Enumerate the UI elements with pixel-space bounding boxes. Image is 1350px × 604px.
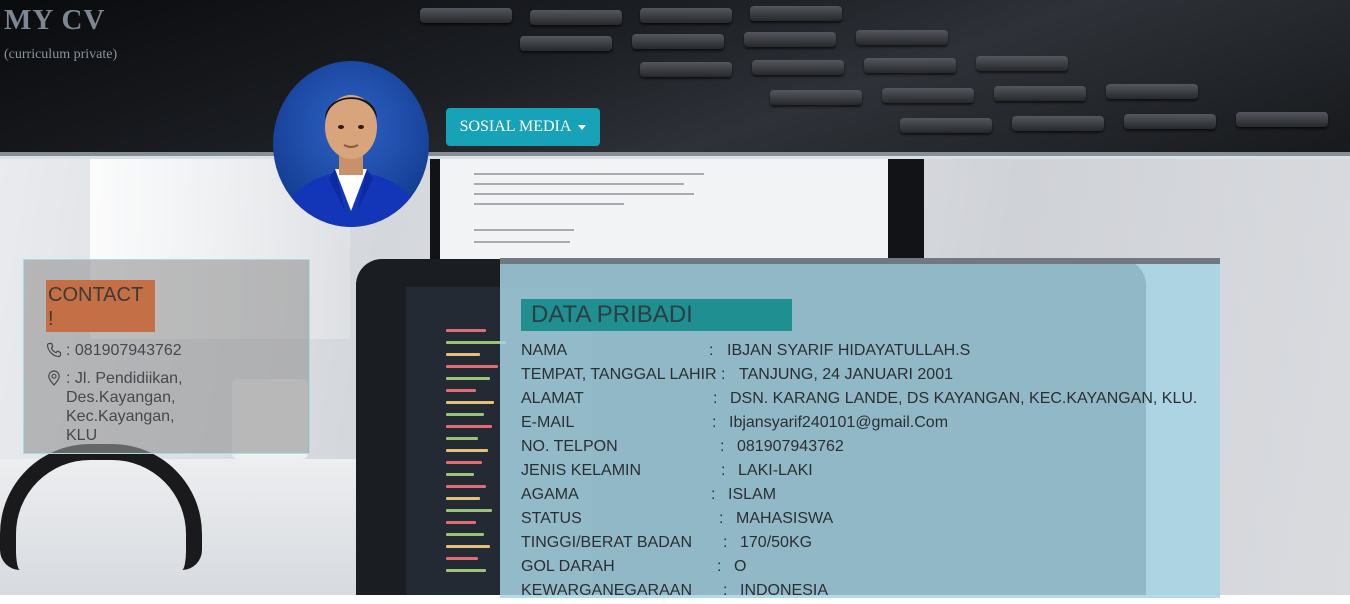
keyboard-key [1012,116,1104,131]
row-separator: : [720,438,725,455]
row-value: DSN. KARANG LANDE, DS KAYANGAN, KEC.KAYA… [730,390,1198,407]
keyboard-key [882,88,974,103]
code-line [446,341,506,344]
code-line [446,545,490,548]
row-separator: : [713,390,718,407]
code-line [446,485,486,488]
row-label: GOL DARAH [521,558,615,575]
row-value: INDONESIA [740,582,829,599]
header-banner: MY CV (curriculum private) [0,0,1350,152]
keyboard-key [770,90,862,105]
row-value: TANJUNG, 24 JANUARI 2001 [739,366,953,383]
keyboard-key [976,56,1068,71]
code-line [446,473,474,476]
code-line [446,569,486,572]
row-value: Ibjansyarif240101@gmail.Com [729,414,949,431]
code-line [446,449,488,452]
code-line [446,425,492,428]
doc-line [474,229,574,231]
keyboard-key [530,10,622,25]
code-line [446,557,478,560]
keyboard-key [632,34,724,49]
row-value: ISLAM [728,486,777,503]
contact-address: : Jl. Pendidiikan, Des.Kayangan, Kec.Kay… [46,369,206,445]
profile-portrait [277,95,425,227]
row-label: TEMPAT, TANGGAL LAHIR [521,366,717,383]
row-separator: : [712,414,717,431]
contact-address-text: : Jl. Pendidiikan, Des.Kayangan, Kec.Kay… [66,370,183,444]
code-line [446,461,482,464]
row-separator: : [721,462,726,479]
row-value: LAKI-LAKI [738,462,813,479]
phone-icon [46,342,62,358]
keyboard-key [994,86,1086,101]
social-media-dropdown-button[interactable]: SOSIAL MEDIA [446,108,600,146]
map-pin-icon [48,370,60,386]
keyboard-key [750,6,842,21]
caret-down-icon [578,125,587,130]
row-label: NO. TELPON [521,438,618,455]
doc-line [474,203,624,205]
row-separator: : [709,342,714,359]
code-line [446,533,484,536]
code-line [446,401,494,404]
keyboard-key [1236,112,1328,127]
keyboard-key [900,118,992,133]
keyboard-key [1124,114,1216,129]
row-label: ALAMAT [521,390,584,407]
row-label: E-MAIL [521,414,575,431]
row-separator: : [719,510,724,527]
doc-line [474,173,704,175]
code-line [446,365,498,368]
keyboard-key [744,32,836,47]
code-line [446,509,492,512]
doc-line [474,241,570,243]
code-line [446,437,478,440]
contact-phone-text: : 081907943762 [66,342,182,359]
contact-phone: : 081907943762 [46,341,182,360]
row-label: KEWARGANEGARAAN [521,582,692,599]
keyboard-key [1106,84,1198,99]
row-value: 081907943762 [737,438,844,455]
keyboard-key [520,36,612,51]
row-value: IBJAN SYARIF HIDAYATULLAH.S [727,342,971,359]
doc-line [474,183,684,185]
row-label: NAMA [521,342,568,359]
code-line [446,521,476,524]
monitor-screen [440,159,888,271]
row-separator: : [717,558,722,575]
keyboard-key [864,58,956,73]
keyboard-key [420,8,512,23]
personal-data-heading: DATA PRIBADI [521,299,792,331]
code-line [446,389,476,392]
keyboard-key [640,62,732,77]
keyboard-key [856,30,948,45]
row-label: JENIS KELAMIN [521,462,642,479]
personal-data-card: DATA PRIBADI NAMA : IBJAN SYARIF HIDAYAT… [500,258,1220,599]
contact-card: CONTACT ! : 081907943762 : Jl. Pendidiik… [23,259,310,454]
site-subtitle: (curriculum private) [4,47,118,62]
keyboard-key [640,8,732,23]
contact-heading: CONTACT ! [46,280,155,332]
row-separator: : [721,366,726,383]
row-separator: : [723,534,728,551]
profile-photo [273,61,429,227]
row-value: O [734,558,747,575]
doc-line [474,193,694,195]
row-value: MAHASISWA [736,510,834,527]
code-line [446,497,480,500]
code-line [446,353,480,356]
code-line [446,377,490,380]
code-line [446,329,486,332]
row-label: TINGGI/BERAT BADAN [521,534,692,551]
social-media-label: SOSIAL MEDIA [459,118,572,135]
row-separator: : [711,486,716,503]
row-value: 170/50KG [740,534,813,551]
code-line [446,413,484,416]
row-separator: : [723,582,728,599]
row-label: STATUS [521,510,582,527]
row-label: AGAMA [521,486,579,503]
site-title: MY CV [4,4,106,36]
keyboard-key [752,60,844,75]
